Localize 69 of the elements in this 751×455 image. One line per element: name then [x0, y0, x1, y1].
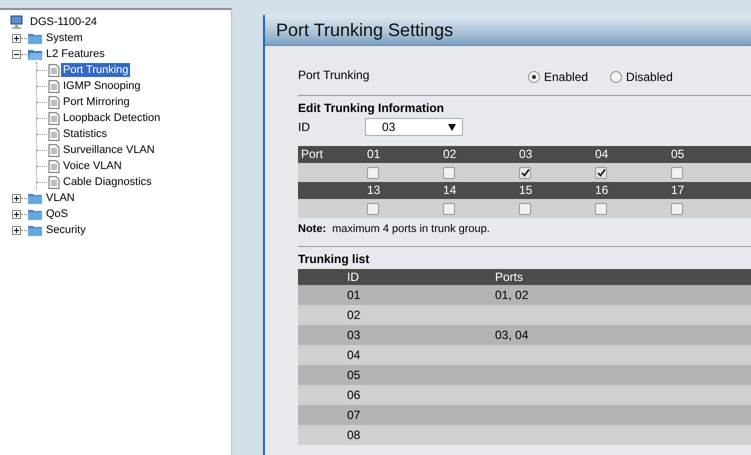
port-checkbox[interactable] — [443, 202, 455, 214]
port-checkbox[interactable] — [671, 166, 683, 178]
id-label: ID — [298, 120, 311, 134]
table-cell: 08 — [347, 428, 360, 442]
tree-folder[interactable]: L2 Features — [44, 47, 107, 61]
table-cell: 04 — [347, 348, 360, 362]
expander-icon[interactable] — [12, 194, 21, 202]
port-number: 03 — [519, 146, 532, 163]
section-heading: Edit Trunking Information — [298, 101, 445, 115]
id-dropdown[interactable]: 03 — [365, 118, 463, 136]
port-number: 13 — [367, 182, 380, 199]
folder-icon — [27, 192, 43, 204]
expander-icon[interactable] — [12, 226, 21, 234]
port-trunking-label: Port Trunking — [298, 68, 370, 82]
port-number: 05 — [671, 146, 684, 163]
tree-folder[interactable]: QoS — [44, 207, 70, 221]
table-cell: 03, 04 — [495, 328, 528, 342]
folder-icon — [27, 48, 43, 60]
tree-item[interactable]: Statistics — [61, 127, 110, 141]
page-title: Port Trunking Settings — [265, 15, 751, 46]
port-number: 14 — [443, 182, 456, 199]
expander-icon[interactable] — [12, 34, 21, 42]
column-header: ID — [347, 270, 359, 284]
radio-option[interactable]: Enabled — [528, 70, 588, 84]
table-cell: 07 — [347, 408, 360, 422]
table-cell: 01 — [347, 288, 360, 302]
port-number: 17 — [671, 182, 684, 199]
tree-item[interactable]: Cable Diagnostics — [61, 175, 154, 189]
computer-icon — [10, 14, 24, 30]
table-cell: 06 — [347, 388, 360, 402]
column-header: Ports — [495, 270, 524, 284]
tree-item[interactable]: Loopback Detection — [61, 111, 162, 125]
tree-item[interactable]: Port Trunking — [61, 63, 130, 77]
caret-icon — [448, 124, 456, 130]
port-number: 15 — [519, 182, 532, 199]
port-number: 02 — [443, 146, 456, 163]
note-text: maximum 4 ports in trunk group. — [332, 223, 490, 235]
port-checkbox[interactable] — [595, 202, 607, 214]
tree-item[interactable]: Voice VLAN — [61, 159, 124, 173]
tree-item[interactable]: Surveillance VLAN — [61, 143, 157, 157]
tree-item[interactable]: Port Mirroring — [61, 95, 132, 109]
port-number: 16 — [595, 182, 608, 199]
port-checkbox[interactable] — [367, 166, 379, 178]
port-checkbox[interactable] — [519, 202, 531, 214]
table-cell: 05 — [347, 368, 360, 382]
port-checkbox[interactable] — [595, 166, 607, 178]
tree-folder[interactable]: VLAN — [44, 191, 77, 205]
tree-item[interactable]: IGMP Snooping — [61, 79, 142, 93]
folder-icon — [27, 224, 43, 236]
port-checkbox[interactable] — [443, 166, 455, 178]
radio-option[interactable]: Disabled — [610, 70, 673, 84]
table-cell: 03 — [347, 328, 360, 342]
table-cell: 02 — [347, 308, 360, 322]
port-number: 04 — [595, 146, 608, 163]
port-checkbox[interactable] — [367, 202, 379, 214]
folder-icon — [27, 208, 43, 220]
folder-icon — [27, 32, 43, 44]
port-number: 01 — [367, 146, 380, 163]
port-checkbox[interactable] — [671, 202, 683, 214]
expander-icon[interactable] — [12, 50, 21, 58]
table-cell: 01, 02 — [495, 288, 528, 302]
tree-folder[interactable]: Security — [44, 223, 88, 237]
tree-folder[interactable]: System — [44, 31, 85, 45]
port-header: Port — [301, 147, 324, 161]
expander-icon[interactable] — [12, 210, 21, 218]
note-label: Note: — [298, 223, 326, 235]
section-heading: Trunking list — [298, 252, 370, 266]
tree-root-label[interactable]: DGS-1100-24 — [28, 15, 100, 29]
port-checkbox[interactable] — [519, 166, 531, 178]
